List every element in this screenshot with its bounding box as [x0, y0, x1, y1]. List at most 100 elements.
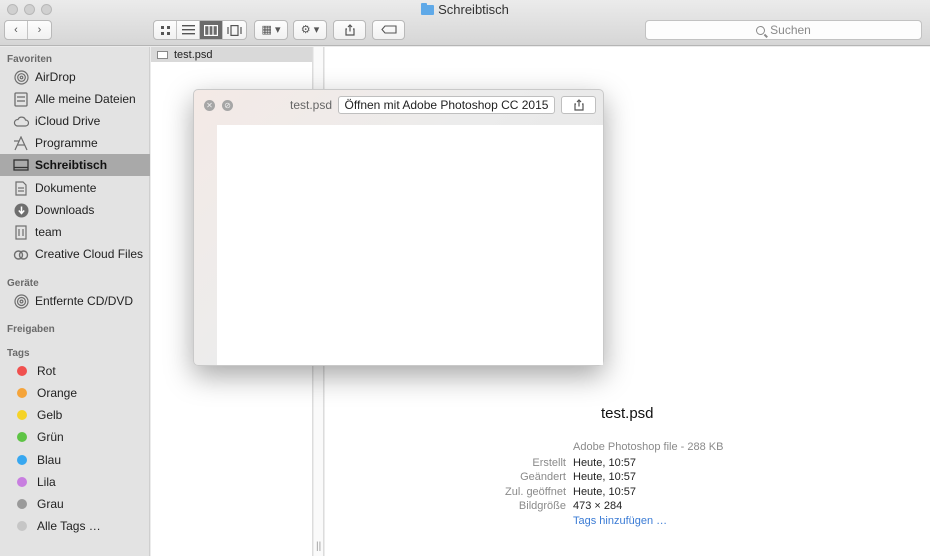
sidebar-item-downloads[interactable]: Downloads	[0, 199, 150, 221]
share-button[interactable]	[333, 20, 366, 40]
sidebar-item-label: Blau	[37, 453, 62, 467]
airdrop-icon	[13, 69, 29, 85]
meta-label-last-opened: Zul. geöffnet	[505, 486, 566, 498]
tag-dot-icon	[17, 410, 27, 420]
sidebar-tag-yellow[interactable]: Gelb	[0, 404, 150, 426]
meta-label-created: Erstellt	[532, 457, 566, 469]
tag-dot-icon	[17, 477, 27, 487]
chevron-down-icon: ▾	[313, 24, 320, 36]
action-menu-button[interactable]: ⚙ ▾	[293, 20, 327, 40]
quicklook-panel: ✕ ⊘ test.psd Öffnen mit Adobe Photoshop …	[193, 89, 604, 366]
sidebar-tag-purple[interactable]: Lila	[0, 471, 150, 493]
forward-button[interactable]: ›	[28, 21, 51, 39]
window-title: Schreibtisch	[0, 2, 930, 17]
tag-dot-icon	[17, 521, 27, 531]
cover-flow-icon	[227, 24, 242, 36]
chevron-down-icon: ▾	[274, 24, 281, 36]
sidebar-item-label: Programme	[35, 136, 98, 150]
grid-icon	[160, 25, 170, 35]
close-icon: ✕	[206, 101, 213, 110]
sidebar-item-icloud-drive[interactable]: iCloud Drive	[0, 110, 150, 132]
quicklook-image-preview	[217, 125, 603, 365]
sidebar-item-label: AirDrop	[35, 70, 76, 84]
tag-dot-icon	[17, 499, 27, 509]
sidebar-item-label: Grün	[37, 430, 64, 444]
columns-icon	[204, 24, 218, 36]
desktop-icon	[13, 157, 29, 173]
preview-file-name: test.psd	[601, 405, 654, 422]
section-devices: Geräte	[7, 278, 39, 289]
search-field[interactable]: Suchen	[645, 20, 922, 40]
back-forward-control: ‹ ›	[4, 20, 52, 40]
sidebar-item-all-files[interactable]: Alle meine Dateien	[0, 88, 150, 110]
view-mode-control	[153, 20, 247, 40]
share-icon	[573, 99, 584, 111]
share-icon	[344, 24, 355, 36]
sidebar-item-applications[interactable]: Programme	[0, 132, 150, 154]
sidebar-item-desktop[interactable]: Schreibtisch	[0, 154, 150, 176]
open-with-app-button[interactable]: Öffnen mit Adobe Photoshop CC 2015	[338, 96, 555, 114]
sidebar-item-label: Downloads	[35, 203, 95, 217]
sidebar-item-label: Grau	[37, 497, 64, 511]
cover-flow-view-button[interactable]	[223, 21, 246, 39]
applications-icon	[13, 135, 29, 151]
section-tags: Tags	[7, 348, 30, 359]
arrange-grid-icon: ▦	[261, 24, 272, 36]
edit-tags-button[interactable]	[372, 20, 405, 40]
sidebar-item-label: iCloud Drive	[35, 114, 101, 128]
disc-icon	[13, 293, 29, 309]
sidebar-item-airdrop[interactable]: AirDrop	[0, 66, 150, 88]
cloud-icon	[13, 113, 29, 129]
column-view-button[interactable]	[200, 21, 223, 39]
search-placeholder: Suchen	[770, 23, 811, 37]
add-tags-link[interactable]: Tags hinzufügen …	[573, 515, 667, 527]
sidebar-item-creative-cloud-files[interactable]: Creative Cloud Files	[0, 243, 150, 265]
meta-value-dimensions: 473 × 284	[573, 500, 623, 512]
section-favorites: Favoriten	[7, 54, 53, 65]
icon-view-button[interactable]	[154, 21, 177, 39]
sidebar-item-label: Alle Tags …	[37, 519, 101, 533]
gear-icon: ⚙	[300, 24, 311, 36]
tag-dot-icon	[17, 455, 27, 465]
quicklook-share-button[interactable]	[561, 96, 596, 114]
search-icon	[756, 26, 766, 35]
tag-dot-icon	[17, 388, 27, 398]
file-name: test.psd	[174, 48, 213, 61]
tag-dot-icon	[17, 432, 27, 442]
sidebar-item-label: Alle meine Dateien	[35, 92, 136, 106]
sidebar-tag-green[interactable]: Grün	[0, 426, 150, 448]
quicklook-title: test.psd	[290, 98, 333, 112]
sidebar-item-label: Dokumente	[35, 181, 97, 195]
column-resize-handle[interactable]: ||	[316, 541, 321, 552]
creative-cloud-icon	[13, 246, 29, 262]
sidebar-item-label: Lila	[37, 475, 56, 489]
document-icon	[157, 50, 168, 59]
sidebar-tag-gray[interactable]: Grau	[0, 493, 150, 515]
back-button[interactable]: ‹	[5, 21, 28, 39]
tag-dot-icon	[17, 366, 27, 376]
sidebar-item-label: Orange	[37, 386, 78, 400]
file-row[interactable]: test.psd	[151, 47, 312, 62]
downloads-icon	[13, 202, 29, 218]
arrange-button[interactable]: ▦ ▾	[254, 20, 288, 40]
meta-value-created: Heute, 10:57	[573, 457, 636, 469]
tag-icon	[380, 25, 397, 34]
sidebar-tag-blue[interactable]: Blau	[0, 449, 150, 471]
quicklook-close-button[interactable]: ✕	[204, 100, 215, 111]
sidebar-item-label: Rot	[37, 364, 56, 378]
sidebar-item-label: team	[35, 225, 62, 239]
sidebar-item-label: Schreibtisch	[35, 158, 108, 172]
quicklook-fullscreen-button[interactable]: ⊘	[222, 100, 233, 111]
all-files-icon	[13, 91, 29, 107]
sidebar-item-label: Entfernte CD/DVD	[35, 294, 134, 308]
section-shared: Freigaben	[7, 324, 55, 335]
sidebar-item-remote-disc[interactable]: Entfernte CD/DVD	[0, 290, 150, 312]
sidebar-item-documents[interactable]: Dokumente	[0, 177, 150, 199]
list-view-button[interactable]	[177, 21, 200, 39]
sidebar-item-team[interactable]: team	[0, 221, 150, 243]
meta-label-dimensions: Bildgröße	[518, 500, 566, 512]
sidebar-tag-orange[interactable]: Orange	[0, 382, 150, 404]
sidebar-all-tags[interactable]: Alle Tags …	[0, 515, 150, 537]
sidebar-tag-red[interactable]: Rot	[0, 360, 150, 382]
documents-icon	[13, 180, 29, 196]
